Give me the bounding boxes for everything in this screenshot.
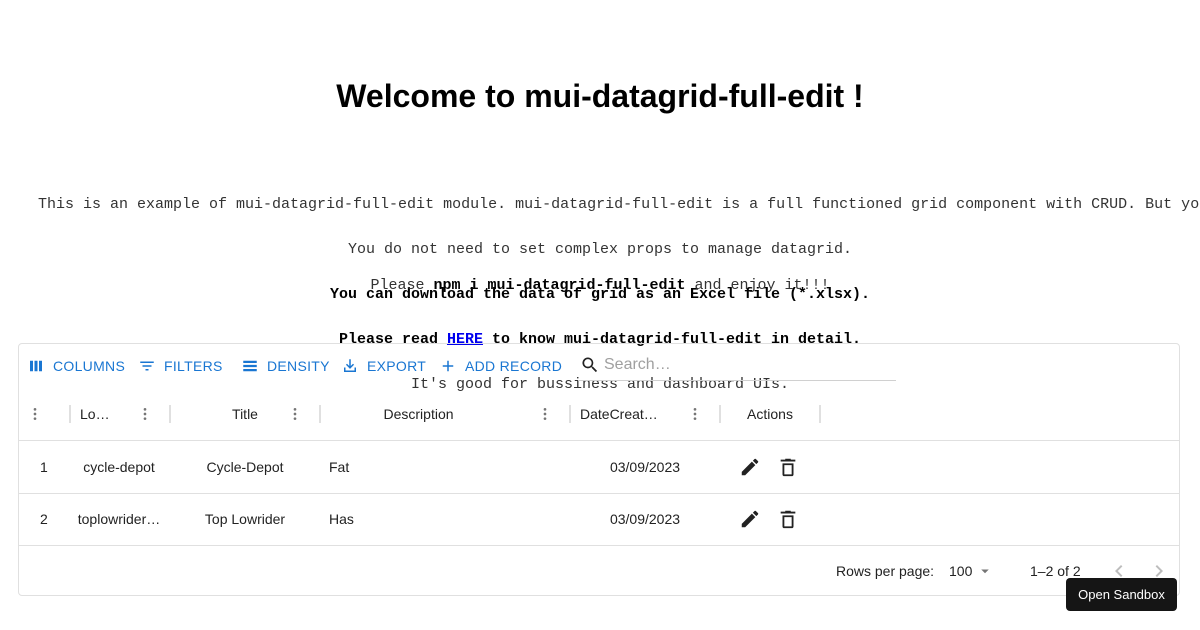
header-actions: Actions (721, 388, 819, 440)
npm-prefix: Please (370, 277, 434, 294)
edit-button[interactable] (739, 508, 761, 530)
npm-suffix: and enjoy it!!! (685, 277, 830, 294)
npm-command: npm i mui-datagrid-full-edit (433, 277, 686, 294)
cell-title[interactable]: Cycle-Depot (171, 441, 319, 493)
column-resize-handle[interactable] (569, 405, 571, 423)
add-record-button-label: ADD RECORD (465, 358, 563, 374)
column-menu-date-created[interactable] (687, 406, 703, 422)
header-login-label: Lo… (80, 406, 110, 422)
delete-icon (780, 458, 796, 477)
search-input[interactable] (604, 356, 874, 374)
column-menu-description[interactable] (537, 406, 553, 422)
more-vert-icon (693, 408, 697, 420)
grid-toolbar: COLUMNS FILTERS DENSITY EXPORT ADD RECOR… (19, 344, 1179, 388)
npm-instruction: Please npm i mui-datagrid-full-edit and … (0, 277, 1200, 294)
filters-button[interactable]: FILTERS (138, 354, 223, 378)
grid-header: Lo… Title Description DateCreat… Actions (19, 388, 1179, 441)
arrow-drop-down-icon (981, 569, 990, 574)
rows-per-page-value: 100 (949, 563, 973, 579)
more-vert-icon (543, 408, 547, 420)
filter-list-icon (140, 361, 154, 371)
more-vert-icon (33, 408, 37, 420)
more-vert-icon (293, 408, 297, 420)
intro-line-1: This is an example of mui-datagrid-full-… (38, 196, 1200, 213)
cell-title[interactable]: Top Lowrider (171, 493, 319, 545)
view-column-icon (30, 360, 42, 372)
density-icon (243, 360, 257, 372)
column-resize-handle[interactable] (69, 405, 71, 423)
search-icon (582, 357, 598, 373)
delete-icon (780, 510, 796, 529)
cell-description[interactable]: Has (329, 493, 354, 545)
column-menu-id[interactable] (27, 406, 43, 422)
cell-id[interactable]: 1 (40, 441, 48, 493)
table-row[interactable]: 1 cycle-depot Cycle-Depot Fat 03/09/2023 (19, 441, 1179, 494)
columns-button[interactable]: COLUMNS (27, 354, 125, 378)
cell-description[interactable]: Fat (329, 441, 349, 493)
cell-login[interactable]: cycle-depot (71, 441, 167, 493)
rows-per-page-select[interactable]: 100 (949, 545, 994, 597)
header-description[interactable]: Description (321, 388, 516, 440)
cell-date-created[interactable]: 03/09/2023 (571, 441, 719, 493)
add-record-button[interactable]: ADD RECORD (439, 354, 562, 378)
export-button-label: EXPORT (367, 358, 427, 374)
cell-date-created[interactable]: 03/09/2023 (571, 493, 719, 545)
header-description-label: Description (383, 406, 454, 422)
filters-button-label: FILTERS (164, 358, 223, 374)
edit-icon (741, 458, 759, 476)
export-button[interactable]: EXPORT (341, 354, 426, 378)
intro-line-2: You do not need to set complex props to … (347, 241, 853, 258)
columns-button-label: COLUMNS (53, 358, 126, 374)
rows-per-page-label: Rows per page: (836, 563, 935, 579)
cell-id[interactable]: 2 (40, 493, 48, 545)
add-icon (442, 360, 454, 372)
header-date-created-label: DateCreat… (580, 406, 658, 422)
grid-footer: Rows per page: 100 1–2 of 2 (19, 545, 1179, 597)
delete-button[interactable] (777, 508, 799, 530)
column-menu-title[interactable] (287, 406, 303, 422)
header-login[interactable]: Lo… (80, 388, 140, 440)
edit-icon (741, 510, 759, 528)
delete-button[interactable] (777, 456, 799, 478)
table-row[interactable]: 2 toplowrider… Top Lowrider Has 03/09/20… (19, 493, 1179, 546)
header-actions-label: Actions (747, 406, 793, 422)
data-grid: COLUMNS FILTERS DENSITY EXPORT ADD RECOR… (18, 343, 1180, 596)
header-title-label: Title (232, 406, 258, 422)
download-icon (344, 359, 356, 372)
edit-button[interactable] (739, 456, 761, 478)
search-field (578, 350, 896, 381)
open-sandbox-button[interactable]: Open Sandbox (1066, 578, 1177, 611)
more-vert-icon (143, 408, 147, 420)
page-title: Welcome to mui-datagrid-full-edit ! (336, 78, 864, 114)
density-button[interactable]: DENSITY (241, 354, 330, 378)
cell-login[interactable]: toplowrider… (71, 493, 167, 545)
density-button-label: DENSITY (267, 358, 330, 374)
column-menu-login[interactable] (137, 406, 153, 422)
header-date-created[interactable]: DateCreat… (580, 388, 680, 440)
column-resize-handle[interactable] (819, 405, 821, 423)
